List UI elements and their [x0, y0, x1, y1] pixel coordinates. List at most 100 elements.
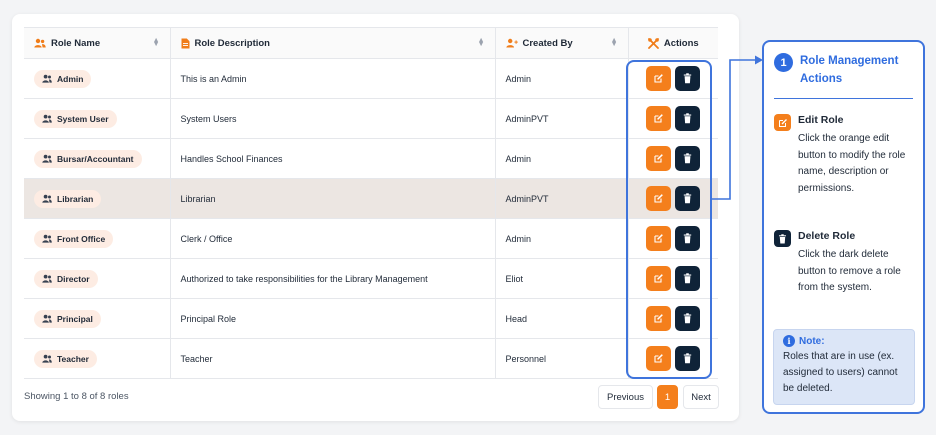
edit-button[interactable] — [646, 226, 672, 251]
created-by-cell: Eliot — [495, 258, 629, 299]
role-name-cell: Librarian — [24, 178, 171, 219]
actions-cell — [628, 218, 718, 259]
role-name: Bursar/Accountant — [57, 153, 134, 164]
actions-cell — [628, 338, 718, 379]
step-number-badge: 1 — [774, 53, 793, 72]
edit-icon — [774, 114, 791, 131]
role-description-cell: Clerk / Office — [170, 218, 496, 259]
delete-button[interactable] — [675, 66, 701, 91]
edit-icon — [653, 193, 664, 204]
trash-icon — [683, 113, 692, 124]
role-name: System User — [57, 113, 109, 124]
trash-icon — [683, 153, 692, 164]
table-row[interactable]: Teacher Teacher Personnel — [24, 338, 718, 379]
trash-icon — [683, 73, 692, 84]
user-icon — [42, 194, 52, 203]
role-name-cell: Front Office — [24, 218, 171, 259]
edit-button[interactable] — [646, 146, 672, 171]
role-description-cell: This is an Admin — [170, 58, 496, 99]
user-plus-icon — [505, 38, 518, 48]
created-by-cell: Personnel — [495, 338, 629, 379]
actions-cell — [628, 298, 718, 339]
table-row[interactable]: Librarian Librarian AdminPVT — [24, 178, 718, 219]
previous-page-button[interactable]: Previous — [598, 385, 653, 409]
edit-button[interactable] — [646, 306, 672, 331]
delete-button[interactable] — [675, 306, 701, 331]
edit-button[interactable] — [646, 106, 672, 131]
table-row[interactable]: Principal Principal Role Head — [24, 298, 718, 339]
user-icon — [42, 114, 52, 123]
edit-icon — [653, 153, 664, 164]
note-box: i Note: Roles that are in use (ex. assig… — [773, 329, 915, 405]
actions-cell — [628, 98, 718, 139]
role-name-cell: Admin — [24, 58, 171, 99]
table-row[interactable]: Bursar/Accountant Handles School Finances… — [24, 138, 718, 179]
user-icon — [42, 274, 52, 283]
file-icon — [181, 38, 189, 48]
user-icon — [42, 234, 52, 243]
role-badge: Librarian — [34, 189, 102, 208]
delete-button[interactable] — [675, 266, 701, 291]
user-icon — [42, 74, 52, 83]
role-name: Teacher — [57, 353, 89, 364]
role-name-cell: Director — [24, 258, 171, 299]
actions-cell — [628, 58, 718, 99]
users-icon — [34, 38, 46, 48]
pagination-summary: Showing 1 to 8 of 8 roles — [24, 391, 129, 402]
delete-button[interactable] — [675, 146, 701, 171]
sort-icon[interactable]: ▲ ▼ — [611, 37, 618, 48]
sort-icon[interactable]: ▲ ▼ — [478, 37, 485, 48]
trash-icon — [683, 193, 692, 204]
table-row[interactable]: Admin This is an Admin Admin — [24, 58, 718, 99]
table-row[interactable]: Front Office Clerk / Office Admin — [24, 218, 718, 259]
role-description-cell: Principal Role — [170, 298, 496, 339]
delete-button[interactable] — [675, 186, 701, 211]
next-page-button[interactable]: Next — [683, 385, 719, 409]
column-header-role-name[interactable]: Role Name ▲ ▼ — [24, 27, 171, 59]
role-name-cell: System User — [24, 98, 171, 139]
role-name: Front Office — [57, 233, 106, 244]
callout-panel: 1 Role Management Actions Edit Role Clic… — [762, 40, 925, 414]
delete-role-step: Delete Role Click the dark delete button… — [774, 229, 916, 297]
delete-button[interactable] — [675, 226, 701, 251]
table-row[interactable]: System User System Users AdminPVT — [24, 98, 718, 139]
edit-button[interactable] — [646, 266, 672, 291]
delete-button[interactable] — [675, 346, 701, 371]
role-description-cell: Teacher — [170, 338, 496, 379]
trash-icon — [683, 353, 692, 364]
table-row[interactable]: Director Authorized to take responsibilit… — [24, 258, 718, 299]
role-badge: Front Office — [34, 229, 114, 248]
trash-icon — [683, 313, 692, 324]
role-name-cell: Principal — [24, 298, 171, 339]
roles-table: Role Name ▲ ▼ Role Description ▲ ▼ Created… — [24, 27, 718, 379]
note-title: Note: — [799, 335, 825, 347]
role-description-cell: System Users — [170, 98, 496, 139]
column-header-created-by[interactable]: Created By ▲ ▼ — [495, 27, 629, 59]
sort-icon[interactable]: ▲ ▼ — [153, 37, 160, 48]
edit-icon — [653, 313, 664, 324]
header-label-created-by: Created By — [522, 37, 573, 49]
actions-cell — [628, 258, 718, 299]
delete-role-description: Click the dark delete button to remove a… — [798, 249, 901, 293]
created-by-cell: Admin — [495, 58, 629, 99]
role-badge: Admin — [34, 69, 92, 88]
role-name-cell: Teacher — [24, 338, 171, 379]
column-header-role-description[interactable]: Role Description ▲ ▼ — [170, 27, 496, 59]
delete-role-title: Delete Role — [798, 230, 856, 242]
role-description-cell: Librarian — [170, 178, 496, 219]
edit-button[interactable] — [646, 186, 672, 211]
page-1-button[interactable]: 1 — [657, 385, 678, 409]
trash-icon — [683, 273, 692, 284]
role-name: Director — [57, 273, 90, 284]
delete-button[interactable] — [675, 106, 701, 131]
callout-divider — [774, 98, 913, 99]
user-icon — [42, 314, 52, 323]
column-header-actions: Actions — [628, 27, 718, 59]
edit-button[interactable] — [646, 66, 672, 91]
edit-icon — [653, 233, 664, 244]
edit-button[interactable] — [646, 346, 672, 371]
created-by-cell: Admin — [495, 218, 629, 259]
header-label-actions: Actions — [663, 37, 699, 49]
trash-icon — [774, 230, 791, 247]
created-by-cell: Head — [495, 298, 629, 339]
